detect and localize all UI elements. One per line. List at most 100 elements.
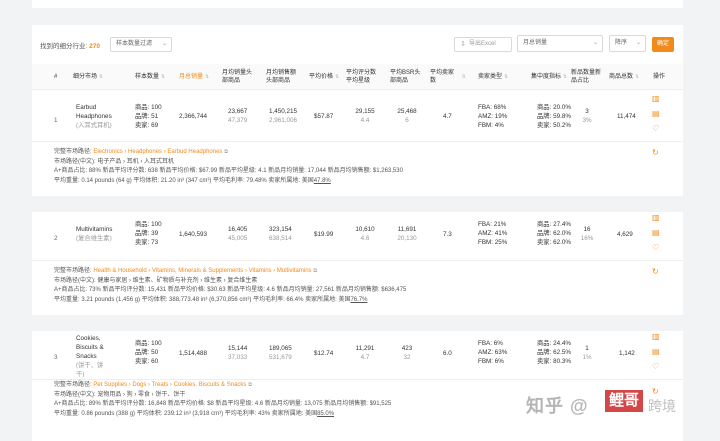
external-link-icon[interactable]: ⧉ — [248, 382, 252, 388]
sort-field-label: 月总销量 — [523, 40, 548, 46]
refresh-icon[interactable]: ↻ — [652, 267, 659, 276]
avg-units-cell: 16,405 45,005 — [228, 225, 247, 243]
sort-field-select[interactable]: 月总销量 ⌄ — [517, 35, 603, 52]
divider — [32, 379, 683, 380]
avg-price: $57.87 — [314, 113, 334, 120]
rating-count: 10,610 — [355, 226, 375, 233]
chart-icon[interactable]: ▥ — [652, 213, 660, 223]
refresh-icon[interactable]: ↻ — [652, 148, 659, 157]
col-bsr[interactable]: 平均BSR头部商品 — [390, 64, 422, 90]
row-separator — [32, 196, 683, 212]
market-name-cell[interactable]: Cookies, Biscuits & Snacks (饼干、饼干) — [76, 334, 110, 379]
col-avg-revenue[interactable]: 月均销售额头部商品 — [266, 64, 300, 90]
sample-cell: 商品: 100 品牌: 50 卖家: 60 — [135, 339, 162, 366]
page: 找到的细分行业: 270 样本数量过滤 ⌄ ⇩ 导出Excel 月总销量 ⌄ 降… — [0, 0, 720, 441]
chart-icon[interactable]: ▥ — [652, 332, 660, 342]
seller-type-cell: FBA: 6% AMZ: 63% FBM: 6% — [478, 339, 507, 366]
monthly-sales: 2,366,744 — [179, 113, 208, 120]
external-link-icon[interactable]: ⧉ — [313, 268, 317, 274]
detail-block: 完整市场路径: Health & Household › Vitamins, M… — [54, 267, 406, 305]
total-products: 1,142 — [619, 350, 635, 357]
document-icon[interactable]: ▤ — [652, 109, 660, 119]
new-count: 16 — [583, 226, 591, 233]
col-rating[interactable]: 平均评分数平均星级 — [346, 64, 380, 90]
new-products-cell: 3 3% — [579, 107, 595, 125]
col-monthly-sales[interactable]: 月总销量 ⇅ — [179, 64, 217, 90]
market-panel: 找到的细分行业: 270 样本数量过滤 ⌄ ⇩ 导出Excel 月总销量 ⌄ 降… — [32, 25, 683, 441]
heart-icon[interactable]: ♡ — [652, 362, 659, 372]
seller-location-pct: 85.0% — [317, 410, 335, 417]
sort-order-select[interactable]: 降序 ⌄ — [609, 35, 646, 52]
seller-fbm: FBM: 25% — [478, 239, 508, 246]
new-products-cell: 1 1% — [579, 344, 595, 362]
seller-fba: FBA: 6% — [478, 340, 503, 347]
market-path-link[interactable]: Electronics › Headphones › Earbud Headph… — [93, 149, 222, 155]
market-name[interactable]: Cookies, Biscuits & Snacks — [76, 334, 110, 361]
chevron-down-icon: ⌄ — [592, 40, 598, 46]
col-index: # — [54, 74, 58, 80]
refresh-icon[interactable]: ↻ — [652, 387, 659, 396]
col-market[interactable]: 细分市场 ⇅ — [73, 64, 113, 90]
sample-brands: 品牌: 39 — [135, 230, 159, 237]
seller-type-cell: FBA: 68% AMZ: 19% FBM: 4% — [478, 103, 507, 130]
monthly-sales: 1,514,488 — [179, 350, 208, 357]
heart-icon[interactable]: ♡ — [652, 243, 659, 253]
seller-location-pct: 76.7% — [350, 296, 368, 303]
bsr-cell: 423 32 — [395, 344, 419, 362]
market-name-cn: (复合维生素) — [76, 235, 112, 242]
rating-count: 11,291 — [355, 345, 375, 352]
sample-sellers: 卖家: 73 — [135, 239, 159, 246]
concentration-cell: 商品: 20.0% 品牌: 59.8% 卖家: 50.2% — [537, 103, 571, 130]
external-link-icon[interactable]: ⧉ — [224, 149, 228, 155]
new-ratio: 16% — [580, 235, 594, 242]
export-excel-button[interactable]: ⇩ 导出Excel — [454, 37, 512, 52]
avg-revenue-head: 638,514 — [269, 235, 292, 242]
found-label: 找到的细分行业: — [40, 43, 88, 50]
col-sellers[interactable]: 平均卖家数 ⇅ — [430, 64, 466, 90]
avg-sellers: 7.3 — [443, 231, 452, 238]
document-icon[interactable]: ▤ — [652, 228, 660, 238]
avg-revenue: 1,450,215 — [269, 108, 298, 115]
conc-sellers: 卖家: 50.2% — [537, 122, 571, 129]
col-samples[interactable]: 样本数量 ⇅ — [135, 64, 173, 90]
sample-filter-select[interactable]: 样本数量过滤 ⌄ — [110, 37, 172, 52]
chart-icon[interactable]: ▥ — [652, 94, 660, 104]
conc-products: 商品: 24.4% — [537, 340, 571, 347]
conc-sellers: 卖家: 80.3% — [537, 358, 571, 365]
market-name[interactable]: Earbud Headphones — [76, 103, 120, 121]
avg-units-head: 37,033 — [228, 354, 248, 361]
conc-sellers: 卖家: 62.0% — [537, 239, 571, 246]
metrics-line-2: 平均重量: 0.14 pounds (64 g) 平均体积: 21.20 in³… — [54, 177, 314, 184]
seller-amz: AMZ: 41% — [478, 230, 508, 237]
col-concentration[interactable]: 集中度指标 ⇅ — [531, 64, 573, 90]
found-count: 270 — [89, 43, 100, 50]
avg-revenue: 323,154 — [269, 226, 292, 233]
market-path-link[interactable]: Health & Household › Vitamins, Minerals … — [93, 268, 311, 274]
table-row: 2 Multivitamins (复合维生素) 商品: 100 品牌: 39 卖… — [32, 212, 683, 324]
bsr: 25,468 — [397, 108, 417, 115]
col-seller-type[interactable]: 卖家类型 ⇅ — [478, 64, 518, 90]
total-products: 4,629 — [617, 231, 633, 238]
market-name[interactable]: Multivitamins — [76, 225, 132, 234]
col-avg-price[interactable]: 平均价格 ⇅ — [309, 64, 341, 90]
divider — [32, 260, 683, 261]
row-separator — [32, 315, 683, 331]
heart-icon[interactable]: ♡ — [652, 124, 659, 134]
seller-location-pct: 47.8% — [313, 177, 331, 184]
col-new-products[interactable]: 新品数量新品占比 — [571, 64, 601, 90]
metrics-line-1: A+商品占比: 73% 新品平均评分数: 15,431 新品平均价格: $30.… — [54, 287, 407, 293]
col-total[interactable]: 商品总数 ⇅ — [609, 64, 641, 90]
found-count-text: 找到的细分行业: 270 — [40, 40, 100, 50]
conc-products: 商品: 20.0% — [537, 104, 571, 111]
market-name-cell[interactable]: Earbud Headphones (入耳式耳机) — [76, 103, 132, 130]
rating-star: 4.7 — [360, 354, 370, 361]
market-name-cell[interactable]: Multivitamins (复合维生素) — [76, 225, 132, 243]
conc-products: 商品: 27.4% — [537, 221, 571, 228]
bsr-cell: 11,691 20,130 — [395, 225, 419, 243]
seller-fbm: FBM: 4% — [478, 122, 504, 129]
document-icon[interactable]: ▤ — [652, 347, 660, 357]
watermark-text: 知乎 @ — [526, 396, 589, 416]
market-path-link[interactable]: Pet Supplies › Dogs › Treats › Cookies, … — [93, 382, 246, 388]
col-avg-units[interactable]: 月均销量头部商品 — [222, 64, 254, 90]
confirm-button[interactable]: 确定 — [652, 37, 674, 52]
